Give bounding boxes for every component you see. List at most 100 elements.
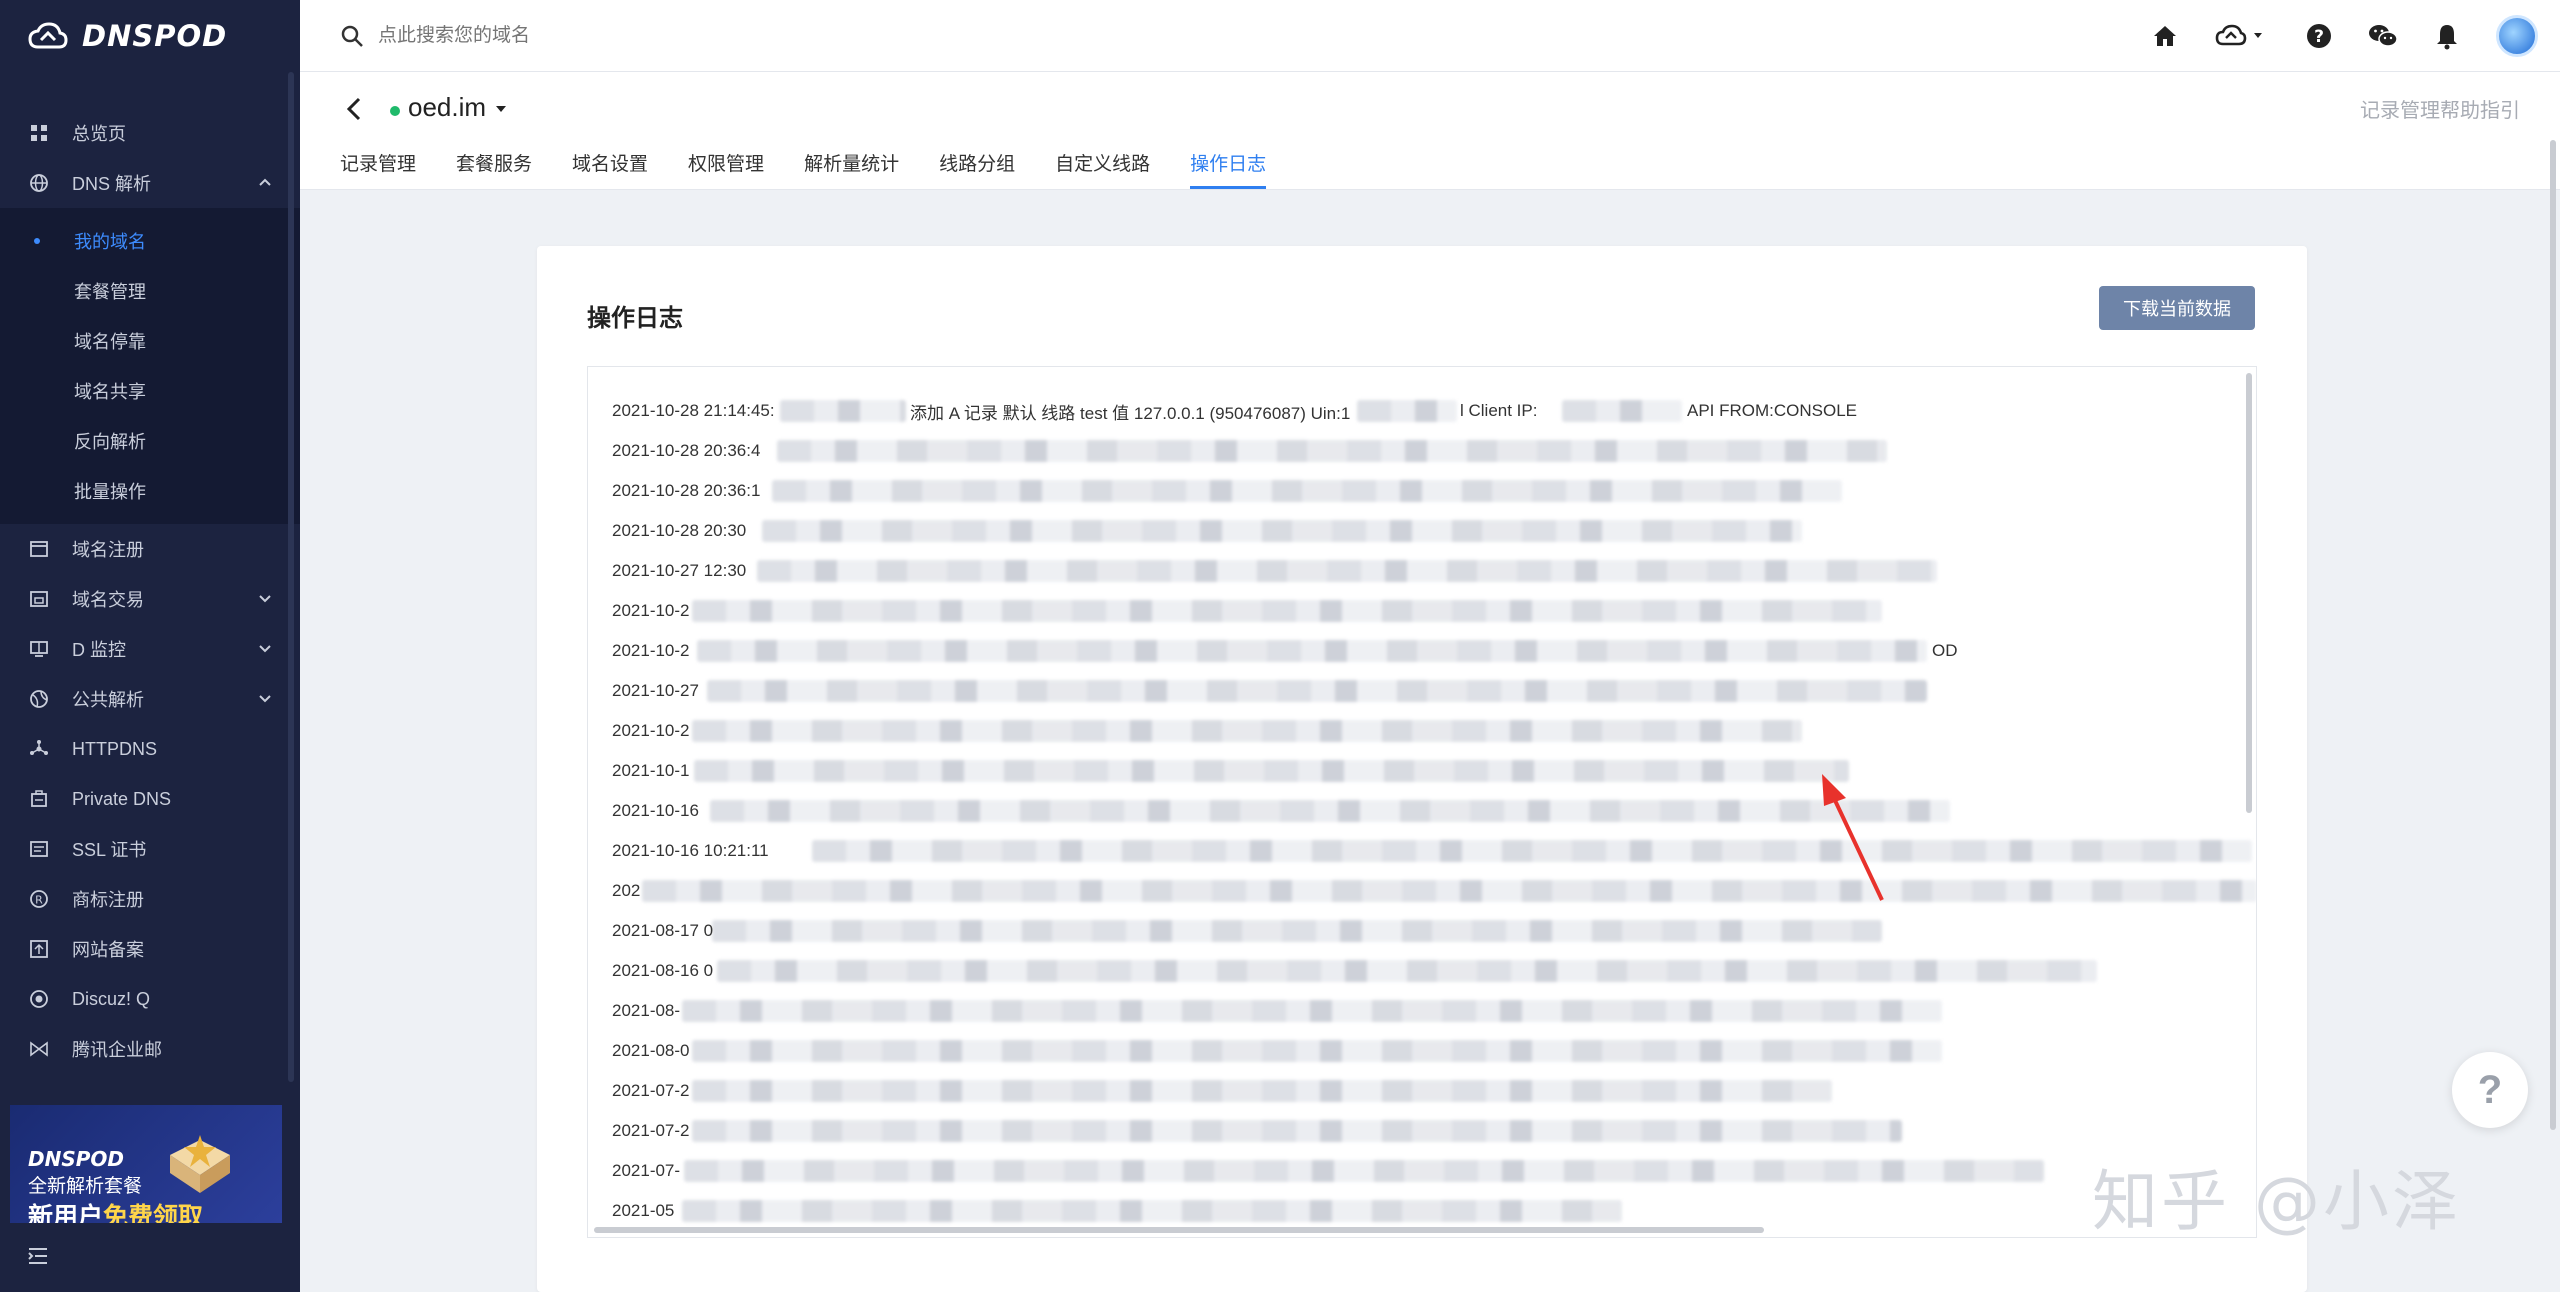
window-icon	[28, 538, 50, 560]
log-row: 2021-10-2	[612, 591, 2256, 631]
promo-banner[interactable]: DNSPOD 全新解析套餐 新用户免费领取	[10, 1105, 282, 1223]
sidebar-item-domain-trade[interactable]: 域名交易	[0, 574, 300, 624]
sidebar-scrollbar[interactable]	[288, 72, 294, 1082]
download-data-button[interactable]: 下载当前数据	[2099, 286, 2255, 330]
log-row: 202	[612, 871, 2256, 911]
chevron-down-icon[interactable]	[258, 691, 272, 705]
chevron-down-icon[interactable]	[258, 591, 272, 605]
sidebar-item-domain-register[interactable]: 域名注册	[0, 524, 300, 574]
log-row: 2021-10-28 21:14:45: 添加 A 记录 默认 线路 test …	[612, 391, 2256, 431]
tab-custom-lines[interactable]: 自定义线路	[1055, 143, 1150, 189]
log-row: 2021-10-28 20:36:4	[612, 431, 2256, 471]
chevron-down-icon[interactable]	[258, 641, 272, 655]
help-guide-link[interactable]: 记录管理帮助指引	[2360, 94, 2520, 123]
log-timestamp: 2021-07-2	[612, 1081, 690, 1100]
tab-permissions[interactable]: 权限管理	[688, 143, 764, 189]
log-row: 2021-07-2	[612, 1111, 2256, 1151]
sidebar-item-trademark[interactable]: R 商标注册	[0, 874, 300, 924]
sidebar-item-ssl[interactable]: SSL 证书	[0, 824, 300, 874]
log-row: 2021-10-2	[612, 711, 2256, 751]
log-fragment: OD	[1932, 641, 1958, 660]
home-icon[interactable]	[2150, 21, 2180, 51]
log-row: 2021-08-16 0	[612, 951, 2256, 991]
tab-line-groups[interactable]: 线路分组	[939, 143, 1015, 189]
log-row: 2021-08-0	[612, 1031, 2256, 1071]
sidebar-item-dns[interactable]: DNS 解析	[0, 158, 300, 208]
redacted-segment	[684, 1160, 2044, 1182]
wechat-icon[interactable]	[2368, 21, 2398, 51]
sidebar-item-discuz[interactable]: Discuz! Q	[0, 974, 300, 1024]
sidebar-item-label: 域名交易	[72, 590, 144, 610]
sidebar-item-public-dns[interactable]: 公共解析	[0, 674, 300, 724]
redacted-segment	[762, 520, 1802, 542]
tab-stats[interactable]: 解析量统计	[804, 143, 899, 189]
redacted-segment	[692, 720, 1802, 742]
sidebar-item-overview[interactable]: 总览页	[0, 108, 300, 158]
tab-package[interactable]: 套餐服务	[456, 143, 532, 189]
tab-domain-settings[interactable]: 域名设置	[572, 143, 648, 189]
avatar[interactable]	[2496, 15, 2538, 57]
domain-header: oed.im 记录管理帮助指引 记录管理 套餐服务 域名设置 权限管理 解析量统…	[300, 72, 2560, 190]
brand-logo[interactable]: DNSPOD	[0, 0, 300, 72]
promo-title: 全新解析套餐	[28, 1176, 143, 1197]
log-list: 2021-10-28 21:14:45: 添加 A 记录 默认 线路 test …	[588, 367, 2256, 1231]
caret-down-icon[interactable]	[494, 102, 508, 116]
sidebar-subitem-packages[interactable]: 套餐管理	[0, 266, 300, 316]
collapse-menu-icon[interactable]	[26, 1244, 50, 1268]
sidebar-subitem-batch[interactable]: 批量操作	[0, 466, 300, 516]
tab-records[interactable]: 记录管理	[340, 143, 416, 189]
log-horizontal-scrollbar[interactable]	[594, 1227, 1764, 1233]
domain-name[interactable]: oed.im	[408, 92, 486, 123]
log-vertical-scrollbar[interactable]	[2246, 373, 2252, 813]
promo-subtitle-part1: 新用户	[28, 1203, 104, 1223]
floating-help-button[interactable]: ?	[2452, 1052, 2528, 1128]
chevron-up-icon[interactable]	[258, 175, 272, 189]
log-timestamp: 2021-07-	[612, 1161, 681, 1180]
domain-search-input[interactable]	[378, 24, 978, 47]
log-timestamp: 2021-08-0	[612, 1041, 690, 1060]
back-arrow-icon[interactable]	[344, 94, 364, 124]
sidebar-item-label: HTTPDNS	[72, 738, 157, 759]
sidebar-item-monitor[interactable]: D 监控	[0, 624, 300, 674]
page-scrollbar[interactable]	[2550, 140, 2556, 1130]
discuz-icon	[28, 988, 50, 1010]
tab-operation-log[interactable]: 操作日志	[1190, 143, 1267, 189]
redacted-segment	[682, 1200, 1622, 1222]
redacted-segment	[692, 1040, 1942, 1062]
redacted-segment	[717, 960, 2097, 982]
sidebar-subitem-sharing[interactable]: 域名共享	[0, 366, 300, 416]
domain-tabs: 记录管理 套餐服务 域名设置 权限管理 解析量统计 线路分组 自定义线路 操作日…	[340, 143, 1267, 189]
operation-log-card: 操作日志 下载当前数据 2021-10-28 21:14:45: 添加 A 记录…	[537, 246, 2307, 1292]
sidebar-subitem-parking[interactable]: 域名停靠	[0, 316, 300, 366]
log-row: 2021-10-27	[612, 671, 2256, 711]
sidebar-item-exmail[interactable]: 腾讯企业邮	[0, 1024, 300, 1074]
redacted-segment	[707, 680, 1927, 702]
top-icons: ?	[2150, 0, 2538, 72]
gift-box-icon	[170, 1135, 230, 1193]
promo-subtitle: 新用户免费领取	[28, 1197, 203, 1223]
top-bar: ?	[300, 0, 2560, 72]
bell-icon[interactable]	[2432, 21, 2462, 51]
log-panel[interactable]: 2021-10-28 21:14:45: 添加 A 记录 默认 线路 test …	[587, 366, 2257, 1238]
redacted-segment	[772, 480, 1842, 502]
log-timestamp: 2021-10-16	[612, 801, 699, 820]
search-icon	[341, 25, 363, 47]
sidebar-subitem-reverse[interactable]: 反向解析	[0, 416, 300, 466]
monitor-icon	[28, 638, 50, 660]
sidebar-item-label: 商标注册	[72, 890, 144, 910]
redacted-segment	[692, 1120, 1902, 1142]
log-timestamp: 202	[612, 881, 641, 900]
sidebar-item-icp[interactable]: 网站备案	[0, 924, 300, 974]
help-icon[interactable]: ?	[2304, 21, 2334, 51]
cloud-menu-icon[interactable]	[2214, 21, 2270, 51]
redacted-segment	[692, 1080, 1832, 1102]
redacted-segment	[712, 920, 1882, 942]
sidebar-item-httpdns[interactable]: HTTPDNS	[0, 724, 300, 774]
log-timestamp: 2021-10-28 20:36:4	[612, 441, 761, 460]
sidebar-subitem-my-domains[interactable]: 我的域名	[0, 216, 300, 266]
sidebar-item-label: DNS 解析	[72, 174, 152, 194]
sidebar-item-private-dns[interactable]: Private DNS	[0, 774, 300, 824]
log-timestamp: 2021-10-1	[612, 761, 690, 780]
log-timestamp: 2021-10-2	[612, 721, 690, 740]
log-row: 2021-07-	[612, 1151, 2256, 1191]
